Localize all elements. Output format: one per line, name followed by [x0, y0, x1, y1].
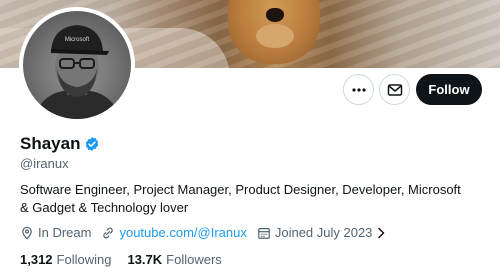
more-horizontal-icon [351, 87, 366, 92]
profile-stats: 1,312 Following 13.7K Followers [20, 252, 238, 267]
display-name: Shayan [20, 134, 81, 153]
joined-item[interactable]: Joined July 2023 [257, 225, 391, 240]
link-icon [103, 227, 114, 238]
avatar-frame[interactable]: Microsoft [19, 7, 135, 123]
name-row: Shayan [20, 134, 100, 154]
website-item[interactable]: youtube.com/@Iranux [101, 225, 247, 240]
calendar-icon [257, 227, 270, 239]
following-label: Following [56, 252, 112, 267]
avatar-cap-text: Microsoft [65, 37, 90, 43]
profile-bio: Software Engineer, Project Manager, Prod… [20, 182, 461, 215]
followers-label: Followers [166, 252, 222, 267]
dog-chin [256, 24, 294, 48]
message-button[interactable] [379, 74, 410, 105]
following-link[interactable]: 1,312 Following [20, 252, 111, 267]
location-item: In Dream [20, 225, 91, 240]
envelope-icon [387, 83, 402, 96]
following-count: 1,312 [20, 252, 53, 267]
follow-button[interactable]: Follow [416, 74, 482, 105]
joined-text: Joined July 2023 [274, 225, 373, 240]
avatar[interactable]: Microsoft [23, 11, 131, 119]
location-text: In Dream [38, 225, 92, 240]
followers-link[interactable]: 13.7K Followers [127, 252, 221, 267]
dog-nose [266, 8, 284, 22]
avatar-portrait: Microsoft [33, 25, 121, 119]
verified-badge-icon[interactable] [84, 136, 100, 152]
profile-meta: In Dream youtube.com/@Iranux Joined July… [20, 225, 400, 240]
location-pin-icon [22, 226, 32, 240]
website-link[interactable]: youtube.com/@Iranux [119, 225, 246, 240]
user-handle: @iranux [20, 156, 69, 171]
chevron-right-icon [378, 227, 385, 238]
more-options-button[interactable] [343, 74, 374, 105]
followers-count: 13.7K [127, 252, 163, 267]
